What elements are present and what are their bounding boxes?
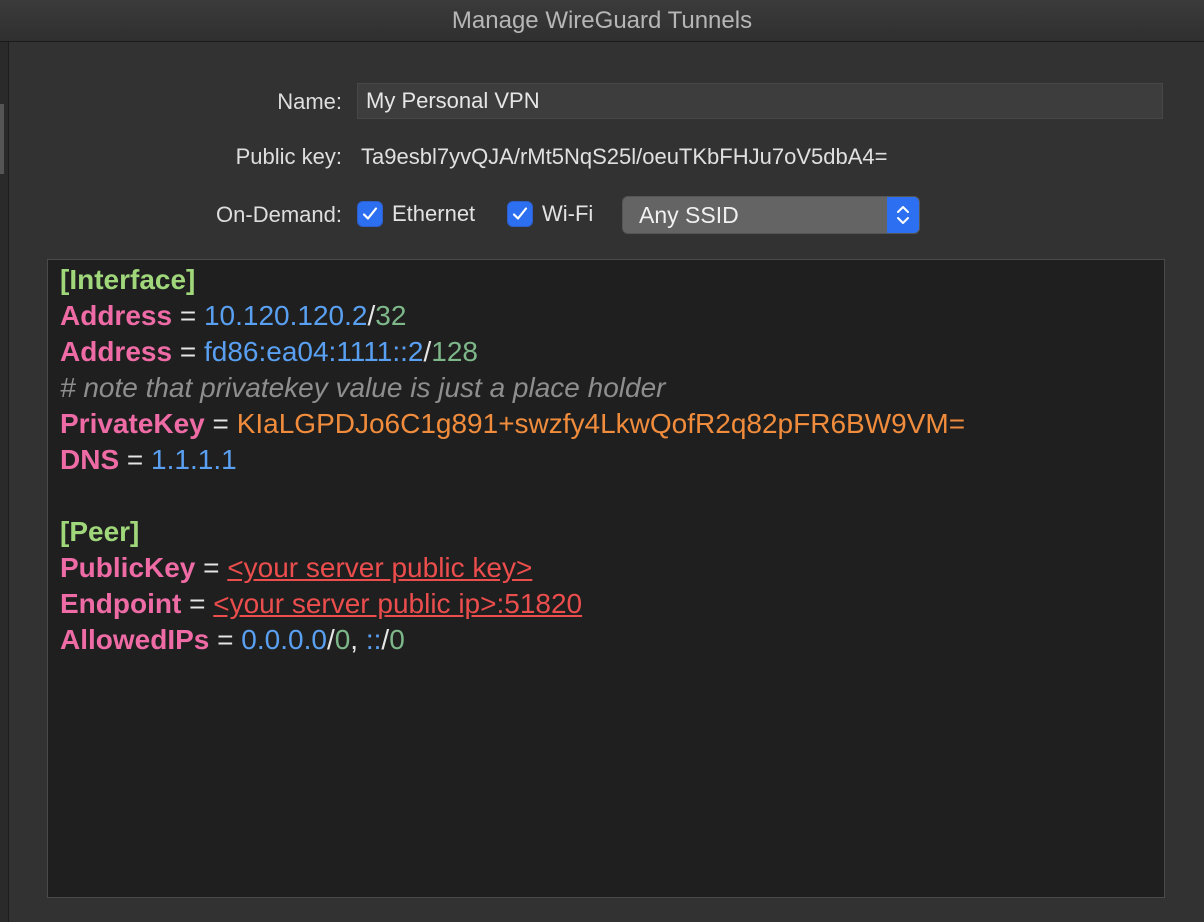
dns-value: 1.1.1.1 <box>151 444 237 475</box>
ethernet-label[interactable]: Ethernet <box>392 201 475 227</box>
ip-value: 0.0.0.0 <box>241 624 327 655</box>
config-key: Address <box>60 300 173 331</box>
config-line-private-key: PrivateKey = KIaLGPDJo6C1g891+swzfy4LkwQ… <box>60 406 1152 442</box>
cidr-value: 0 <box>334 624 351 655</box>
invalid-value: <your server public key> <box>227 552 533 583</box>
wifi-checkbox[interactable] <box>507 201 533 227</box>
comment-text: # note that privatekey value is just a p… <box>60 372 666 403</box>
ethernet-checkbox[interactable] <box>357 201 383 227</box>
config-line-dns: DNS = 1.1.1.1 <box>60 442 1152 478</box>
config-line-endpoint: Endpoint = <your server public ip>:51820 <box>60 586 1152 622</box>
ssid-select[interactable]: Any SSID <box>622 196 920 234</box>
equals-sign: = <box>119 444 152 475</box>
config-key: Address <box>60 336 173 367</box>
ip-value: fd86:ea04:1111::2 <box>203 336 424 367</box>
invalid-value: <your server public ip>:51820 <box>213 588 583 619</box>
config-key: DNS <box>60 444 120 475</box>
sidebar-edge <box>0 42 9 922</box>
name-label: Name: <box>277 89 342 114</box>
config-line-allowed-ips: AllowedIPs = 0.0.0.0/0, ::/0 <box>60 622 1152 658</box>
equals-sign: = <box>172 336 204 367</box>
equals-sign: = <box>172 300 204 331</box>
config-key: Endpoint <box>60 588 182 619</box>
on-demand-label: On-Demand: <box>216 202 342 227</box>
public-key-value: Ta9esbl7yvQJA/rMt5NqS25l/oeuTKbFHJu7oV5d… <box>361 144 888 169</box>
equals-sign: = <box>181 588 214 619</box>
config-line-blank <box>60 478 1152 514</box>
config-line-address-v6: Address = fd86:ea04:1111::2/128 <box>60 334 1152 370</box>
title-bar: Manage WireGuard Tunnels <box>0 0 1204 42</box>
section-header: [Interface] <box>60 264 196 295</box>
config-line-public-key: PublicKey = <your server public key> <box>60 550 1152 586</box>
config-key: PrivateKey <box>60 408 205 439</box>
config-line-interface: [Interface] <box>60 262 1152 298</box>
cidr-value: 0 <box>389 624 405 655</box>
ssid-select-value: Any SSID <box>639 202 739 228</box>
name-field[interactable] <box>357 83 1163 119</box>
config-editor[interactable]: [Interface] Address = 10.120.120.2/32 Ad… <box>47 259 1165 898</box>
slash: / <box>326 624 335 655</box>
ssid-select-stepper[interactable] <box>887 197 919 233</box>
private-key-value: KIaLGPDJo6C1g891+swzfy4LkwQofR2q82pFR6BW… <box>236 408 966 439</box>
config-line-address-v4: Address = 10.120.120.2/32 <box>60 298 1152 334</box>
public-key-label: Public key: <box>235 144 342 169</box>
config-line-peer: [Peer] <box>60 514 1152 550</box>
config-key: AllowedIPs <box>60 624 210 655</box>
equals-sign: = <box>195 552 228 583</box>
ip-value: :: <box>365 624 382 655</box>
config-key: PublicKey <box>60 552 196 583</box>
checkmark-icon <box>512 207 528 220</box>
config-line-comment: # note that privatekey value is just a p… <box>60 370 1152 406</box>
comma: , <box>350 624 366 655</box>
equals-sign: = <box>204 408 237 439</box>
ip-value: 10.120.120.2 <box>203 300 368 331</box>
wifi-label[interactable]: Wi-Fi <box>542 201 593 227</box>
window-title: Manage WireGuard Tunnels <box>451 7 753 34</box>
updown-chevron-icon <box>897 206 909 224</box>
section-header: [Peer] <box>60 516 140 547</box>
equals-sign: = <box>209 624 242 655</box>
checkmark-icon <box>362 207 378 220</box>
cidr-value: 128 <box>431 336 478 367</box>
sidebar-edge-handle <box>0 104 4 174</box>
cidr-value: 32 <box>375 300 407 331</box>
